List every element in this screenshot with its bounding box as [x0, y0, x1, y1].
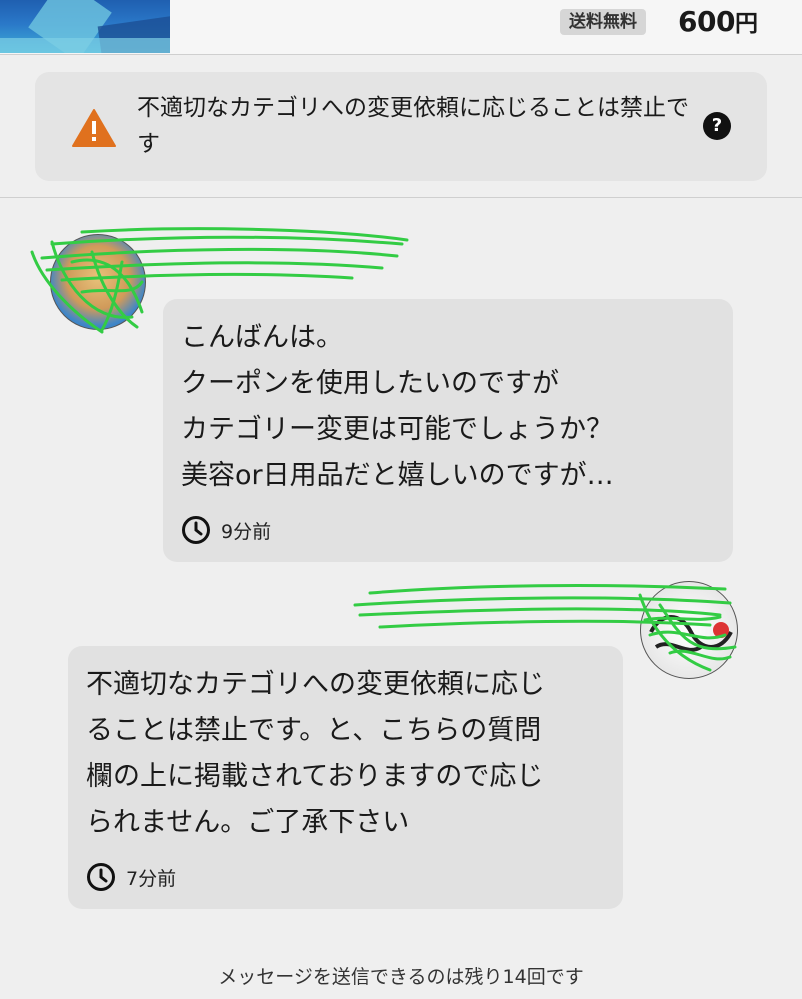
clock-icon [182, 516, 210, 544]
buyer-message-timestamp: 9分前 [181, 515, 271, 545]
product-header: 送料無料 600円 [0, 0, 802, 55]
message-time: 9分前 [221, 520, 272, 543]
category-warning-notice: 不適切なカテゴリへの変更依頼に応じることは禁止です ? [35, 72, 767, 181]
question-circle-icon[interactable]: ? [703, 112, 731, 140]
section-divider [0, 197, 802, 198]
seller-message-bubble: 不適切なカテゴリへの変更依頼に応じ ることは禁止です。と、こちらの質問 欄の上に… [68, 646, 623, 909]
product-price: 600円 [678, 4, 758, 38]
clock-icon [87, 863, 115, 891]
product-thumbnail[interactable] [0, 0, 170, 53]
seller-message-timestamp: 7分前 [86, 862, 176, 892]
buyer-message-bubble: こんばんは。 クーポンを使用したいのですが カテゴリー変更は可能でしょうか？ 美… [163, 299, 733, 562]
message-time: 7分前 [126, 867, 177, 890]
warning-text: 不適切なカテゴリへの変更依頼に応じることは禁止です [137, 95, 689, 157]
seller-message-text: 不適切なカテゴリへの変更依頼に応じ ることは禁止です。と、こちらの質問 欄の上に… [86, 669, 545, 838]
free-shipping-badge: 送料無料 [560, 9, 646, 35]
price-number: 600 [678, 5, 735, 38]
warning-triangle-icon [72, 109, 116, 147]
seller-avatar[interactable] [640, 581, 738, 679]
price-unit: 円 [734, 11, 758, 37]
buyer-avatar[interactable] [50, 234, 146, 330]
remaining-messages-note: メッセージを送信できるのは残り14回です [218, 966, 584, 988]
buyer-message-text: こんばんは。 クーポンを使用したいのですが カテゴリー変更は可能でしょうか？ 美… [181, 322, 614, 491]
